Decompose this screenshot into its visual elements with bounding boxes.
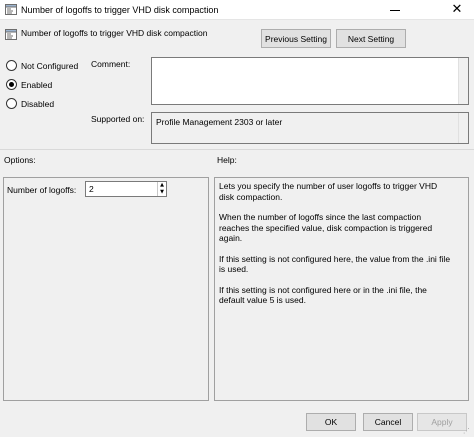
supported-on-value: Profile Management 2303 or later [156, 117, 283, 127]
help-paragraph: If this setting is not configured here, … [219, 253, 451, 275]
comment-scrollbar[interactable] [458, 58, 468, 104]
help-paragraph: If this setting is not configured here o… [219, 284, 427, 306]
supported-on-scrollbar[interactable] [458, 113, 468, 143]
options-label: Options: [4, 155, 36, 165]
number-of-logoffs-spinner[interactable]: 2 ▲ ▼ [85, 181, 167, 197]
help-paragraph: Lets you specify the number of user logo… [219, 181, 438, 202]
divider [0, 149, 474, 150]
setting-title: Number of logoffs to trigger VHD disk co… [21, 28, 208, 38]
options-panel: Number of logoffs: 2 ▲ ▼ [3, 177, 209, 401]
window-title: Number of logoffs to trigger VHD disk co… [21, 5, 219, 15]
policy-setting-icon [5, 29, 17, 40]
minimize-button[interactable] [380, 0, 410, 20]
spin-up-icon[interactable]: ▲ [157, 182, 166, 189]
radio-label: Disabled [21, 98, 55, 109]
help-text: Lets you specify the number of user logo… [219, 181, 451, 316]
comment-label: Comment: [91, 59, 131, 69]
radio-not-configured[interactable]: Not Configured [6, 60, 78, 71]
supported-on-box: Profile Management 2303 or later [151, 112, 469, 144]
policy-setting-icon [5, 4, 17, 15]
apply-button[interactable]: Apply [417, 413, 467, 431]
help-paragraph: When the number of logoffs since the las… [219, 212, 433, 243]
comment-textarea[interactable] [151, 57, 469, 105]
cancel-button[interactable]: Cancel [363, 413, 413, 431]
supported-on-label: Supported on: [91, 114, 145, 124]
radio-enabled[interactable]: Enabled [6, 79, 52, 90]
radio-disabled[interactable]: Disabled [6, 98, 54, 109]
radio-label: Enabled [21, 79, 53, 90]
next-setting-button[interactable]: Next Setting [336, 29, 406, 48]
number-of-logoffs-value[interactable]: 2 [89, 184, 94, 194]
previous-setting-button[interactable]: Previous Setting [261, 29, 331, 48]
help-label: Help: [217, 155, 237, 165]
close-button[interactable]: ✕ [440, 0, 474, 20]
help-panel: Lets you specify the number of user logo… [214, 177, 469, 401]
radio-button-icon [6, 60, 17, 71]
close-icon: ✕ [451, 2, 463, 17]
number-of-logoffs-label: Number of logoffs: [7, 185, 77, 195]
spin-down-icon[interactable]: ▼ [157, 189, 166, 196]
radio-button-icon [6, 98, 17, 109]
ok-button[interactable]: OK [306, 413, 356, 431]
radio-label: Not Configured [21, 60, 79, 71]
title-bar: Number of logoffs to trigger VHD disk co… [0, 0, 474, 20]
resize-grip-icon[interactable]: ⋰ [463, 427, 473, 437]
radio-button-checked-icon [6, 79, 17, 90]
